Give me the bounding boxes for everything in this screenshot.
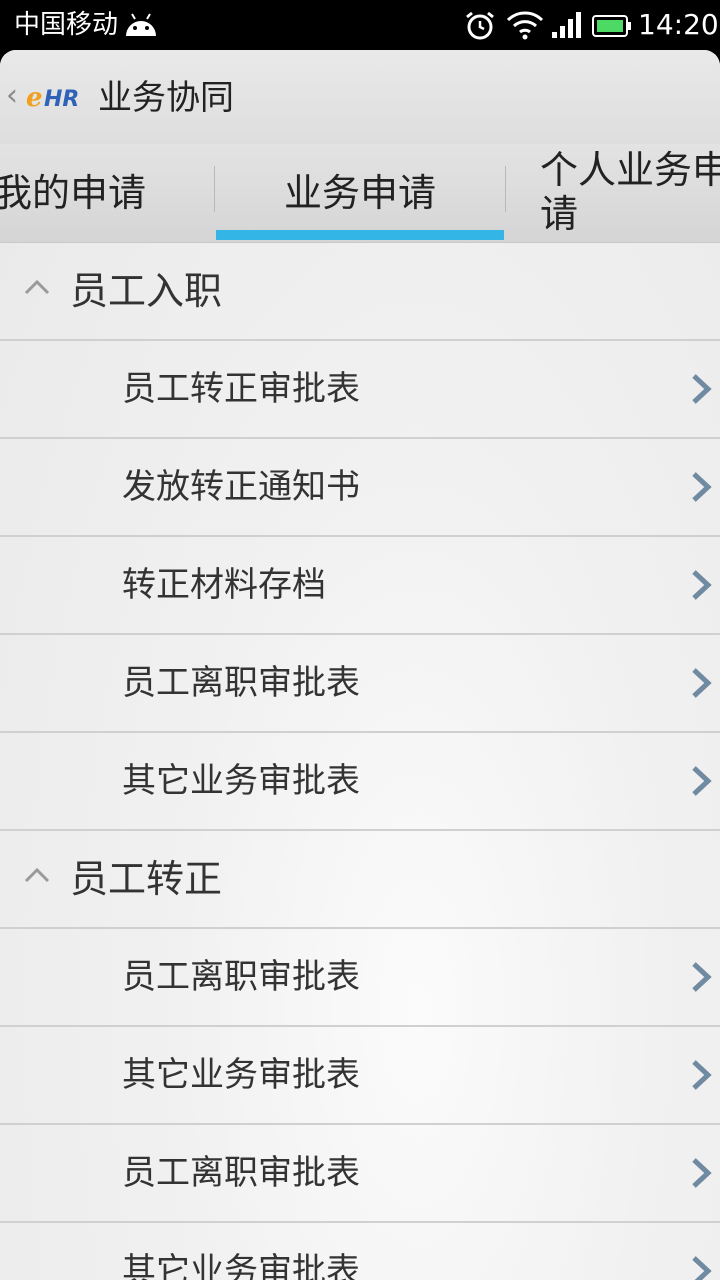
signal-icon [552, 12, 581, 38]
list-item[interactable]: 转正材料存档 [0, 537, 720, 635]
status-bar: 中国移动 14:20 [0, 0, 720, 50]
tab-bar: 我的申请 业务申请 个人业务申请 [0, 144, 720, 243]
chevron-right-icon [692, 962, 712, 992]
alarm-icon [466, 11, 494, 40]
svg-text:HR: HR [44, 87, 79, 112]
group-title: 员工入职 [70, 269, 223, 313]
android-icon [126, 13, 156, 36]
group-header-regularization[interactable]: 员工转正 [0, 831, 720, 929]
chevron-right-icon [692, 668, 712, 698]
application-list: 员工入职 员工转正审批表 发放转正通知书 转正材料存档 员工离职审批表 其它业务… [0, 243, 720, 1280]
list-item-label: 员工离职审批表 [122, 663, 360, 703]
list-item-label: 发放转正通知书 [122, 467, 360, 507]
list-item[interactable]: 其它业务审批表 [0, 1027, 720, 1125]
title-bar: ‹ e HR 业务协同 [0, 50, 720, 144]
tab-label: 我的申请 [0, 171, 147, 215]
list-item-label: 其它业务审批表 [122, 1251, 360, 1280]
list-item-label: 其它业务审批表 [122, 761, 360, 801]
app-screen: ‹ e HR 业务协同 我的申请 业务申请 个人业务申请 员工入职 员工转正审批… [0, 50, 720, 1280]
tab-divider [214, 166, 215, 212]
clock-time: 14:20 [638, 8, 719, 41]
chevron-right-icon [692, 374, 712, 404]
list-item[interactable]: 员工离职审批表 [0, 635, 720, 733]
list-item[interactable]: 员工离职审批表 [0, 1125, 720, 1223]
page-title: 业务协同 [98, 78, 234, 118]
list-item[interactable]: 员工离职审批表 [0, 929, 720, 1027]
chevron-right-icon [692, 1060, 712, 1090]
chevron-right-icon [692, 766, 712, 796]
chevron-right-icon [692, 472, 712, 502]
chevron-up-icon [24, 279, 50, 295]
list-item-label: 其它业务审批表 [122, 1055, 360, 1095]
list-item-label: 员工转正审批表 [122, 369, 360, 409]
list-item-label: 转正材料存档 [122, 565, 326, 605]
tab-selected-indicator [216, 230, 504, 240]
tab-my-applications[interactable]: 我的申请 [0, 144, 204, 242]
tab-personal-applications[interactable]: 个人业务申请 [506, 144, 720, 242]
list-item[interactable]: 发放转正通知书 [0, 439, 720, 537]
chevron-right-icon [692, 570, 712, 600]
back-button[interactable]: ‹ [6, 78, 18, 114]
chevron-up-icon [24, 867, 50, 883]
carrier-name: 中国移动 [14, 10, 119, 40]
list-item[interactable]: 其它业务审批表 [0, 733, 720, 831]
wifi-icon [506, 11, 544, 40]
list-item[interactable]: 员工转正审批表 [0, 341, 720, 439]
chevron-right-icon [692, 1158, 712, 1188]
tab-business-applications[interactable]: 业务申请 [216, 144, 504, 242]
list-item[interactable]: 其它业务审批表 [0, 1223, 720, 1280]
list-item-label: 员工离职审批表 [122, 1153, 360, 1193]
battery-icon [592, 15, 631, 37]
ehr-logo[interactable]: e HR [26, 82, 90, 112]
tab-label: 业务申请 [283, 171, 436, 215]
group-title: 员工转正 [70, 857, 223, 901]
group-header-onboarding[interactable]: 员工入职 [0, 243, 720, 341]
tab-label: 个人业务申请 [540, 148, 720, 236]
chevron-right-icon [692, 1256, 712, 1280]
svg-text:e: e [26, 83, 43, 112]
list-item-label: 员工离职审批表 [122, 957, 360, 997]
